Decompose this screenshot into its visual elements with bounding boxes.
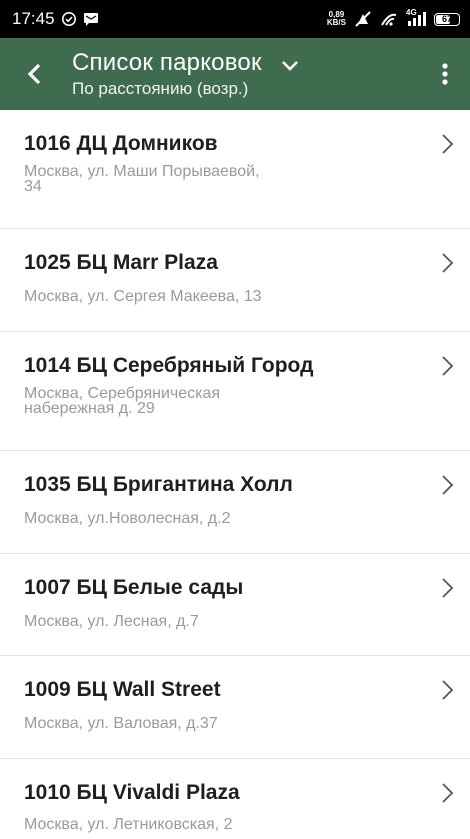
parking-name: 1009 БЦ Wall Street xyxy=(24,678,221,701)
status-time: 17:45 xyxy=(12,9,55,28)
parking-address: Москва, ул. Маши Порываевой, 34 xyxy=(24,163,260,195)
battery-icon: 67 xyxy=(434,12,460,26)
chevron-right-icon xyxy=(442,680,454,700)
parking-address: Москва, Серебряническая набережная д. 29 xyxy=(24,385,221,417)
muted-notifications-icon xyxy=(354,11,372,27)
parking-item[interactable]: 1025 БЦ Marr Plaza Москва, ул. Сергея Ма… xyxy=(0,229,470,332)
signal-icon: 4G xyxy=(406,8,426,27)
parking-address: Москва, ул. Летниковская, 2 xyxy=(24,816,233,833)
parking-address: Москва, ул. Лесная, д.7 xyxy=(24,613,199,630)
message-icon xyxy=(83,12,99,26)
parking-address: Москва, ул. Валовая, д.37 xyxy=(24,715,218,732)
chevron-right-icon xyxy=(442,356,454,376)
more-vertical-icon xyxy=(442,63,448,85)
parking-item[interactable]: 1009 БЦ Wall Street Москва, ул. Валовая,… xyxy=(0,656,470,759)
back-arrow-icon xyxy=(27,63,41,85)
alarm-check-icon xyxy=(61,11,77,27)
parking-name: 1035 БЦ Бригантина Холл xyxy=(24,473,293,496)
sort-order-subtitle: По расстоянию (возр.) xyxy=(72,79,249,98)
page-title: Список парковок xyxy=(72,49,262,76)
parking-item[interactable]: 1035 БЦ Бригантина Холл Москва, ул.Новол… xyxy=(0,451,470,554)
chevron-right-icon xyxy=(442,253,454,273)
chevron-right-icon xyxy=(442,134,454,154)
parking-name: 1014 БЦ Серебряный Город xyxy=(24,354,314,377)
wifi-icon xyxy=(380,11,398,27)
parking-item[interactable]: 1016 ДЦ Домников Москва, ул. Маши Порыва… xyxy=(0,110,470,229)
status-bar: 17:45 0,89 KB/S 4G 67 xyxy=(0,0,470,38)
title-block[interactable]: Список парковок По расстоянию (возр.) xyxy=(72,49,300,99)
chevron-down-icon[interactable] xyxy=(280,60,300,72)
parking-name: 1025 БЦ Marr Plaza xyxy=(24,251,218,274)
parking-address: Москва, ул.Новолесная, д.2 xyxy=(24,510,231,527)
more-options-button[interactable] xyxy=(430,54,460,94)
net-speed: 0,89 KB/S xyxy=(326,10,346,27)
chevron-right-icon xyxy=(442,783,454,803)
chevron-right-icon xyxy=(442,475,454,495)
parking-name: 1010 БЦ Vivaldi Plaza xyxy=(24,781,240,804)
parking-item[interactable]: 1010 БЦ Vivaldi Plaza Москва, ул. Летник… xyxy=(0,759,470,839)
parking-address: Москва, ул. Сергея Макеева, 13 xyxy=(24,288,262,305)
app-bar: Список парковок По расстоянию (возр.) xyxy=(0,38,470,110)
parking-name: 1016 ДЦ Домников xyxy=(24,132,218,155)
back-button[interactable] xyxy=(14,54,54,94)
parking-item[interactable]: 1007 БЦ Белые сады Москва, ул. Лесная, д… xyxy=(0,554,470,656)
chevron-right-icon xyxy=(442,578,454,598)
parking-list: 1016 ДЦ Домников Москва, ул. Маши Порыва… xyxy=(0,110,470,839)
parking-item[interactable]: 1014 БЦ Серебряный Город Москва, Серебря… xyxy=(0,332,470,451)
parking-name: 1007 БЦ Белые сады xyxy=(24,576,244,599)
